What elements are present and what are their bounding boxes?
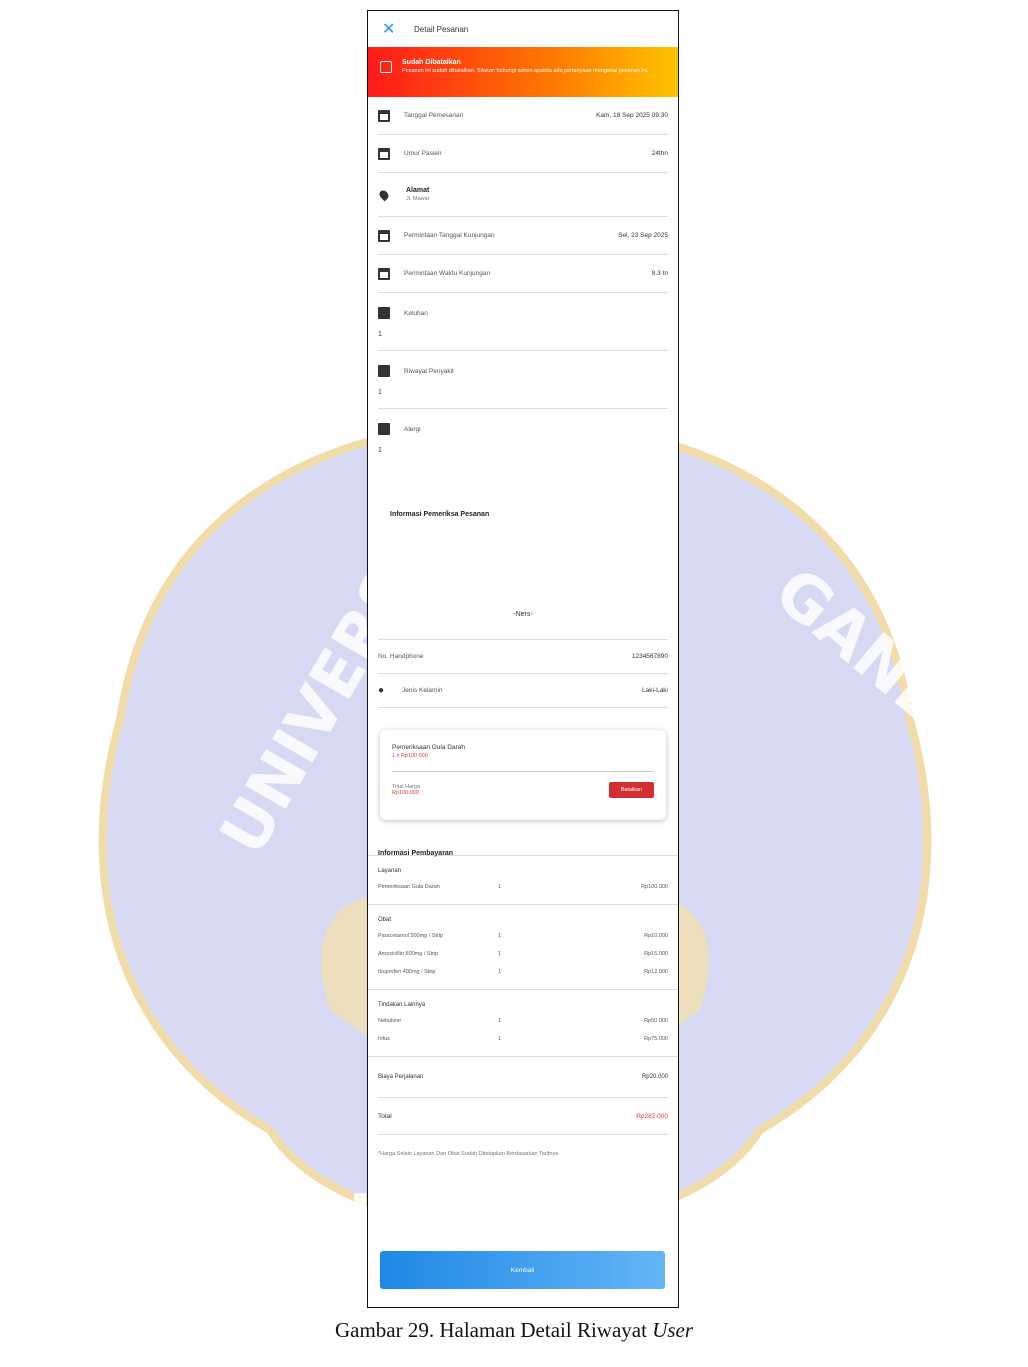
count-label: Keluhan xyxy=(404,309,428,317)
section-title: Informasi Pembayaran xyxy=(378,850,454,857)
detail-row-visit-time: Permintaan Waktu Kunjungan 8.3 tn xyxy=(378,255,668,293)
transport-fee-row: Biaya Perjalanan Rp20.000 xyxy=(378,1057,668,1098)
address-value: Jl. Mawar xyxy=(406,196,430,202)
payment-item: Pemeriksaan Gula Darah 1 Rp100.000 xyxy=(378,884,668,890)
count-value: 1 xyxy=(378,331,382,338)
payment-group-obat: Obat Paracetamol 500mg / Strip 1 Rp10.000 … xyxy=(368,905,678,990)
count-label: Riwayat Penyakit xyxy=(404,367,454,375)
app-bar: ✕ Detail Pesanan xyxy=(368,11,678,47)
detail-label: Tanggal Pemesanan xyxy=(404,112,464,119)
payment-item: Nebulizer 1 Rp50.000 xyxy=(378,1018,668,1024)
service-subtitle: 1 x Rp100.000 xyxy=(392,753,428,759)
examiner-section: Informasi Pemeriksa Pesanan xyxy=(368,466,678,611)
caption-italic: User xyxy=(652,1318,694,1342)
service-card: Pemeriksaan Gula Darah 1 x Rp100.000 Tot… xyxy=(380,730,666,820)
examiner-gender-row: ● Jenis Kelamin Laki-Laki xyxy=(378,674,668,708)
detail-row-order-date: Tanggal Pemesanan Kam, 18 Sep 2025 09.30 xyxy=(378,97,668,135)
detail-label: Permintaan Tanggal Kunjungan xyxy=(404,232,495,239)
service-title: Pemeriksaan Gula Darah xyxy=(392,744,465,751)
examiner-phone-row: ✆No. Handphone 1234567890 xyxy=(378,640,668,674)
count-riwayat: Riwayat Penyakit 1 xyxy=(378,351,668,409)
figure-caption: Gambar 29. Halaman Detail Riwayat User xyxy=(0,1318,1028,1343)
page-title: Detail Pesanan xyxy=(414,24,469,34)
count-keluhan: Keluhan 1 xyxy=(378,293,668,351)
price-value: Rp100.000 xyxy=(392,790,419,796)
checklist-icon xyxy=(378,423,390,435)
calendar-icon xyxy=(378,267,390,280)
close-icon[interactable]: ✕ xyxy=(382,19,404,39)
count-label: Alergi xyxy=(404,425,421,433)
detail-value: 8.3 tn xyxy=(651,270,668,277)
total-row: Total Rp282.000 xyxy=(378,1098,668,1135)
count-value: 1 xyxy=(378,389,382,396)
transport-label: Biaya Perjalanan xyxy=(378,1074,424,1080)
payment-item: Paracetamol 500mg / Strip 1 Rp10.000 xyxy=(378,933,668,939)
alert-icon xyxy=(380,61,392,73)
detail-value: 24thn xyxy=(651,150,668,157)
svg-text:A: A xyxy=(690,1182,740,1256)
gender-value: Laki-Laki xyxy=(641,687,668,694)
banner-message: Pesanan ini sudah dibatalkan. Silakan hu… xyxy=(402,68,649,74)
detail-value: Kam, 18 Sep 2025 09.30 xyxy=(596,112,668,119)
detail-row-address: Alamat Jl. Mawar xyxy=(377,173,668,217)
examiner-placeholder: -Ners- xyxy=(378,611,668,640)
payment-group-tindakan: Tindakan Lainnya Nebulizer 1 Rp50.000 Infu… xyxy=(368,990,678,1057)
payment-section-header: Informasi Pembayaran xyxy=(368,820,678,857)
phone-screen: ✕ Detail Pesanan Sudah Dibatalkan Pesana… xyxy=(367,10,679,1308)
transport-value: Rp20.000 xyxy=(641,1074,668,1080)
address-title: Alamat xyxy=(406,187,430,194)
person-icon: ● xyxy=(378,685,385,696)
calendar-icon xyxy=(378,147,390,160)
count-alergi: Alergi 1 xyxy=(378,409,668,466)
phone-value: 1234567890 xyxy=(631,653,668,660)
total-value: Rp282.000 xyxy=(636,1112,668,1120)
calendar-icon xyxy=(378,109,390,122)
location-pin-icon xyxy=(377,188,391,201)
detail-row-patient-age: Umur Pasien 24thn xyxy=(378,135,668,173)
payment-item: Amoxicillin 500mg / Strip 1 Rp15.000 xyxy=(378,951,668,957)
phone-label: No. Handphone xyxy=(378,653,424,660)
caption-text: Gambar 29. Halaman Detail Riwayat xyxy=(334,1318,653,1342)
detail-value: Sel, 23 Sep 2025 xyxy=(618,232,668,239)
back-button[interactable]: Kembali xyxy=(380,1251,665,1289)
payment-note: *Harga Selain Layanan Dan Obat Sudah Dit… xyxy=(378,1151,559,1157)
status-banner: Sudah Dibatalkan Pesanan ini sudah dibat… xyxy=(368,47,678,97)
section-title: Informasi Pemeriksa Pesanan xyxy=(390,511,490,518)
detail-label: Permintaan Waktu Kunjungan xyxy=(404,270,491,277)
checklist-icon xyxy=(378,307,390,319)
gender-label: Jenis Kelamin xyxy=(402,687,443,694)
detail-label: Umur Pasien xyxy=(404,150,442,157)
service-action-button[interactable]: Batalkan xyxy=(608,782,654,798)
banner-title: Sudah Dibatalkan xyxy=(402,59,461,66)
payment-group-layanan: Layanan Pemeriksaan Gula Darah 1 Rp100.000 xyxy=(368,856,678,905)
group-title: Tindakan Lainnya xyxy=(378,1002,426,1008)
calendar-icon xyxy=(378,229,390,242)
payment-item: Infus 1 Rp75.000 xyxy=(378,1036,668,1042)
count-value: 1 xyxy=(378,447,382,454)
total-label: Total xyxy=(378,1112,392,1120)
detail-row-visit-date: Permintaan Tanggal Kunjungan Sel, 23 Sep… xyxy=(378,217,668,255)
svg-text:U: U xyxy=(320,1182,372,1256)
group-title: Obat xyxy=(378,917,392,923)
divider xyxy=(392,771,654,772)
payment-item: Ibuprofen 400mg / Strip 1 Rp12.000 xyxy=(378,969,668,975)
checklist-icon xyxy=(378,365,390,377)
group-title: Layanan xyxy=(378,868,402,874)
